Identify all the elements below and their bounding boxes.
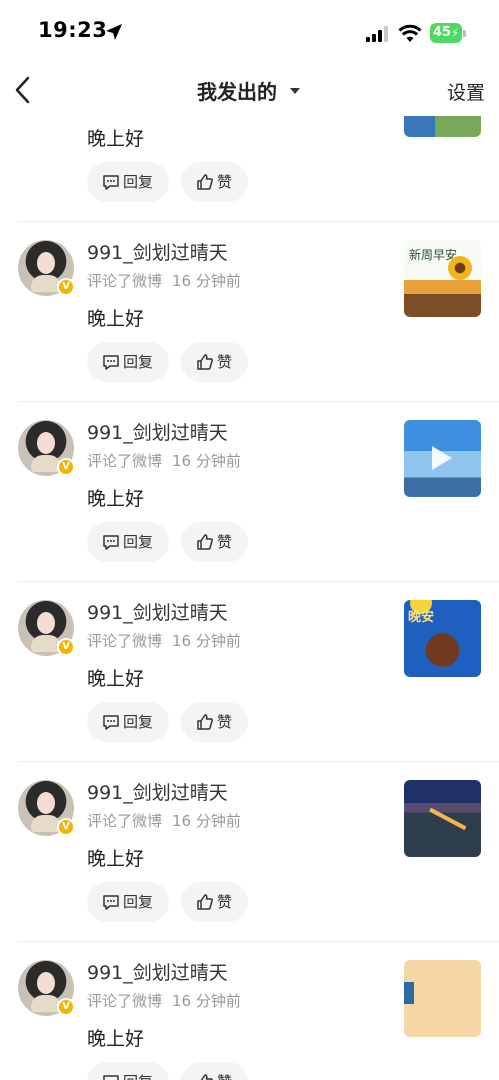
- list-item: V 991_剑划过晴天 评论了微博 16 分钟前 晚上好 回复 赞 晚安: [0, 582, 499, 762]
- list-item: V 991_剑划过晴天 评论了微博 16 分钟前 晚上好 回复 赞 新周早安: [0, 222, 499, 402]
- timestamp: 16 分钟前: [172, 632, 241, 650]
- action-text: 评论了微博: [87, 272, 163, 290]
- comment-bubble-icon: [103, 715, 119, 730]
- action-text: 评论了微博: [87, 632, 163, 650]
- thumbnail-caption: 晚安: [408, 610, 435, 625]
- like-button[interactable]: 赞: [181, 702, 248, 742]
- username[interactable]: 991_剑划过晴天: [87, 958, 228, 985]
- like-label: 赞: [217, 353, 233, 371]
- action-text: 评论了微博: [87, 812, 163, 830]
- battery-icon: 45 ⚡: [430, 23, 466, 43]
- title-dropdown[interactable]: 我发出的: [0, 76, 499, 105]
- settings-button[interactable]: 设置: [447, 78, 485, 105]
- avatar[interactable]: V: [18, 240, 75, 296]
- timestamp: 16 分钟前: [172, 272, 241, 290]
- reply-label: 回复: [123, 353, 154, 371]
- like-button[interactable]: 赞: [181, 1062, 248, 1080]
- verified-badge-icon: V: [57, 638, 75, 656]
- comment-meta: 评论了微博 16 分钟前: [87, 270, 241, 291]
- sky-video-thumbnail[interactable]: [404, 420, 481, 497]
- comment-bubble-icon: [103, 355, 119, 370]
- sleeping-bear-thumbnail[interactable]: 晚安: [404, 600, 481, 677]
- comment-bubble-icon: [103, 895, 119, 910]
- avatar[interactable]: V: [18, 780, 75, 836]
- verified-badge-icon: V: [57, 818, 75, 836]
- location-arrow-icon: [106, 24, 122, 40]
- list-item: V 991_剑划过晴天 评论了微博 16 分钟前 晚上好 回复 赞: [0, 402, 499, 582]
- battery-level: 45: [432, 25, 452, 40]
- avatar[interactable]: V: [18, 420, 75, 476]
- thumbs-up-icon: [200, 1074, 213, 1080]
- comment-text: 晚上好: [87, 848, 145, 870]
- comment-text: 晚上好: [87, 668, 145, 690]
- list-item: 晚上好 回复 赞: [0, 116, 499, 222]
- like-button[interactable]: 赞: [181, 342, 248, 382]
- reply-label: 回复: [123, 893, 154, 911]
- verified-badge-icon: V: [57, 278, 75, 296]
- reply-label: 回复: [123, 1073, 153, 1080]
- list-item: V 991_剑划过晴天 评论了微博 16 分钟前 晚上好 回复 赞: [0, 942, 499, 1080]
- timestamp: 16 分钟前: [172, 452, 241, 470]
- like-button[interactable]: 赞: [181, 162, 248, 202]
- page-title: 我发出的: [196, 80, 277, 104]
- thumbs-up-icon: [197, 354, 213, 370]
- comment-text: 晚上好: [87, 1028, 145, 1050]
- cellular-signal-icon: [366, 26, 388, 42]
- timestamp: 16 分钟前: [172, 992, 241, 1010]
- city-night-thumbnail[interactable]: [404, 780, 481, 857]
- verified-badge-icon: V: [57, 458, 75, 476]
- thumbs-up-icon: [197, 174, 213, 190]
- reply-button[interactable]: 回复: [87, 522, 169, 562]
- comment-text: 晚上好: [87, 128, 145, 150]
- comment-meta: 评论了微博 16 分钟前: [87, 630, 241, 651]
- like-button[interactable]: 赞: [181, 882, 248, 922]
- thumbs-up-icon: [197, 894, 213, 910]
- comment-bubble-icon: [103, 535, 119, 550]
- action-text: 评论了微博: [87, 992, 163, 1010]
- comment-text: 晚上好: [87, 308, 145, 330]
- like-label: 赞: [217, 713, 233, 731]
- timestamp: 16 分钟前: [172, 812, 241, 830]
- username[interactable]: 991_剑划过晴天: [87, 238, 228, 265]
- action-text: 评论了微博: [87, 452, 163, 470]
- post-thumbnail[interactable]: [404, 116, 481, 137]
- list-item: V 991_剑划过晴天 评论了微博 16 分钟前 晚上好 回复 赞: [0, 762, 499, 942]
- like-label: 赞: [217, 1073, 232, 1080]
- wifi-icon: [398, 24, 422, 42]
- comment-bubble-icon: [103, 1075, 119, 1080]
- avatar[interactable]: V: [18, 600, 75, 656]
- comment-meta: 评论了微博 16 分钟前: [87, 990, 241, 1011]
- reply-button[interactable]: 回复: [87, 162, 169, 202]
- comment-feed[interactable]: 晚上好 回复 赞 V 991_剑划过晴天 评论了微博 16 分钟前 晚上好 回复…: [0, 116, 499, 1080]
- username[interactable]: 991_剑划过晴天: [87, 598, 228, 625]
- verified-badge-icon: V: [57, 998, 75, 1016]
- like-label: 赞: [217, 893, 233, 911]
- status-time: 19:23: [38, 18, 108, 42]
- avatar[interactable]: V: [18, 960, 75, 1016]
- comment-text: 晚上好: [87, 488, 145, 510]
- sunflower-morning-thumbnail[interactable]: 新周早安: [404, 240, 481, 317]
- play-icon: [432, 446, 452, 470]
- thumbs-up-icon: [197, 714, 213, 730]
- reply-button[interactable]: 回复: [87, 702, 169, 742]
- status-bar: 19:23 45 ⚡: [0, 0, 499, 64]
- reply-label: 回复: [123, 533, 154, 551]
- beige-thumbnail[interactable]: [404, 960, 481, 1037]
- comment-bubble-icon: [103, 175, 119, 190]
- reply-button[interactable]: 回复: [87, 342, 169, 382]
- comment-meta: 评论了微博 16 分钟前: [87, 810, 241, 831]
- caret-down-icon: [290, 87, 301, 94]
- username[interactable]: 991_剑划过晴天: [87, 778, 228, 805]
- like-button[interactable]: 赞: [181, 522, 248, 562]
- username[interactable]: 991_剑划过晴天: [87, 418, 228, 445]
- reply-label: 回复: [123, 713, 154, 731]
- like-label: 赞: [217, 533, 233, 551]
- reply-button[interactable]: 回复: [87, 882, 169, 922]
- reply-label: 回复: [123, 173, 154, 191]
- nav-bar: 我发出的 设置: [0, 64, 499, 116]
- reply-button[interactable]: 回复: [87, 1062, 169, 1080]
- thumbs-up-icon: [197, 534, 213, 550]
- like-label: 赞: [217, 173, 233, 191]
- comment-meta: 评论了微博 16 分钟前: [87, 450, 241, 471]
